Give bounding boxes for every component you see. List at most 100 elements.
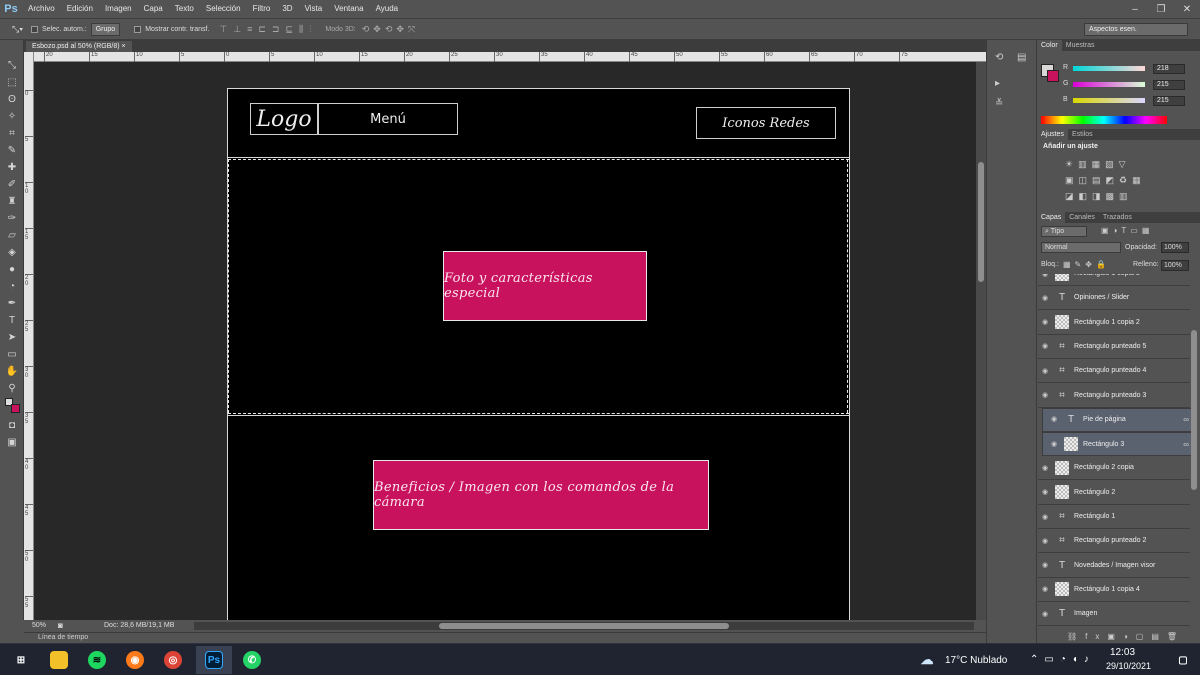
move-icon[interactable]: ⤡ (5, 58, 19, 72)
b-slider[interactable] (1073, 98, 1145, 103)
menu-3d[interactable]: 3D (276, 0, 298, 18)
distribute-h-icon[interactable]: ⫶ (309, 24, 311, 35)
actions-icon[interactable]: ▸ (995, 78, 1000, 89)
distribute-icon[interactable]: ⫼ (299, 24, 303, 35)
document-tab[interactable]: Esbozo.psd al 50% (RGB/8) × (26, 41, 132, 52)
layer-footer-icons[interactable]: ⛓fx▣◑▢▤🗑 (1067, 632, 1185, 641)
visibility-eye-icon[interactable]: ◉ (1038, 513, 1052, 521)
r-slider[interactable] (1073, 66, 1145, 71)
chrome-icon[interactable]: ◎ (164, 651, 182, 669)
g-value[interactable]: 215 (1153, 80, 1185, 90)
horizontal-scrollbar[interactable] (194, 622, 974, 630)
brush-icon[interactable]: ✐ (5, 177, 19, 191)
visibility-eye-icon[interactable]: ◉ (1047, 414, 1061, 425)
pen-icon[interactable]: ✒ (5, 296, 19, 310)
link-icon[interactable]: ∞ (1183, 439, 1189, 450)
adjust-icon[interactable]: ≚ (995, 98, 1003, 109)
layer-row[interactable]: ◉ T Opiniones / Slider (1038, 286, 1190, 311)
notifications-icon[interactable]: ▢ (1174, 651, 1192, 669)
logo-placeholder[interactable]: Logo (250, 103, 318, 135)
zoom-icon[interactable]: ⚲ (5, 381, 19, 395)
visibility-eye-icon[interactable]: ◉ (1038, 464, 1052, 472)
type-icon[interactable]: T (5, 313, 19, 327)
move-tool-icon[interactable]: ⤡▾ (12, 24, 23, 35)
photoshop-taskbar-icon[interactable]: Ps (205, 651, 223, 669)
pasteboard[interactable]: Logo Menú Iconos Redes Foto y caracterís… (34, 62, 976, 620)
show-transform-checkbox[interactable] (134, 25, 142, 33)
align-center-icon[interactable]: ⊐ (272, 24, 280, 35)
opacity-input[interactable]: 100% (1161, 242, 1189, 253)
layer-row[interactable]: ◉ Rectángulo 3 ∞ (1042, 432, 1194, 457)
b-value[interactable]: 215 (1153, 96, 1185, 106)
group-select[interactable]: Grupo (90, 22, 121, 36)
stamp-icon[interactable]: ♜ (5, 194, 19, 208)
align-icons[interactable]: ⊤ ⊥ ≡ ⊏ ⊐ ⊑ ⫼ ⫶ (219, 24, 311, 35)
horizontal-scroll-thumb[interactable] (439, 623, 729, 629)
tab-estilos[interactable]: Estilos (1068, 129, 1097, 140)
visibility-eye-icon[interactable]: ◉ (1038, 318, 1052, 326)
visibility-eye-icon[interactable]: ◉ (1047, 439, 1061, 450)
layer-row[interactable]: ◉ Rectángulo 1 copia 3 (1038, 274, 1190, 286)
firefox-icon[interactable]: ◉ (126, 651, 144, 669)
visibility-eye-icon[interactable]: ◉ (1038, 294, 1052, 302)
bucket-icon[interactable]: ◈ (5, 245, 19, 259)
history-icon[interactable]: ⟲ (995, 52, 1003, 63)
layers-scroll-thumb[interactable] (1191, 330, 1197, 490)
tab-color[interactable]: Color (1037, 40, 1062, 51)
screen-mode-icon[interactable]: ▣ (5, 435, 19, 449)
visibility-eye-icon[interactable]: ◉ (1038, 585, 1052, 593)
align-bottom-icon[interactable]: ≡ (247, 24, 252, 35)
menu-seleccion[interactable]: Selección (200, 0, 247, 18)
hand-icon[interactable]: ✋ (5, 364, 19, 378)
g-slider[interactable] (1073, 82, 1145, 87)
background-swatch[interactable] (1047, 70, 1059, 82)
path-select-icon[interactable]: ➤ (5, 330, 19, 344)
tab-muestras[interactable]: Muestras (1062, 40, 1099, 51)
tab-trazados[interactable]: Trazados (1099, 212, 1136, 223)
social-icons-placeholder[interactable]: Iconos Redes (696, 107, 836, 139)
benefits-box[interactable]: Beneficios / Imagen con los comandos de … (373, 460, 709, 530)
magic-wand-icon[interactable]: ✧ (5, 109, 19, 123)
system-tray-icons[interactable]: ⌃▭◔◖♪ (1030, 654, 1095, 665)
align-middle-icon[interactable]: ⊥ (233, 24, 241, 35)
tab-ajustes[interactable]: Ajustes (1037, 129, 1068, 140)
align-top-icon[interactable]: ⊤ (219, 24, 227, 35)
close-icon[interactable]: ✕ (1174, 0, 1200, 18)
background-color-icon[interactable] (11, 404, 20, 413)
document-canvas[interactable]: Logo Menú Iconos Redes Foto y caracterís… (227, 88, 850, 620)
menu-ayuda[interactable]: Ayuda (370, 0, 405, 18)
visibility-eye-icon[interactable]: ◉ (1038, 391, 1052, 399)
layer-filter-select[interactable]: ⌕ Tipo (1041, 226, 1087, 237)
layer-row[interactable]: ◉ ⌗ Rectángulo 1 (1038, 505, 1190, 529)
layer-row[interactable]: ◉ ⌗ Rectangulo punteado 2 (1038, 529, 1190, 554)
tab-close-icon[interactable]: × (122, 43, 126, 50)
windows-start-icon[interactable]: ⊞ (12, 651, 30, 669)
link-icon[interactable]: ∞ (1183, 414, 1189, 425)
mode3d-icons[interactable]: ⟲✥⟲✥⤧ (362, 24, 419, 35)
properties-icon[interactable]: ▤ (1017, 52, 1026, 63)
fill-input[interactable]: 100% (1161, 260, 1189, 271)
weather-text[interactable]: 17°C Nublado (945, 655, 1007, 666)
layer-filter-icons[interactable]: ▣◑T▭▦ (1101, 226, 1153, 235)
color-spectrum[interactable] (1041, 116, 1167, 124)
layer-row[interactable]: ◉ T Imagen (1038, 602, 1190, 627)
crop-icon[interactable]: ⌗ (5, 126, 19, 140)
rectangle-icon[interactable]: ▭ (5, 347, 19, 361)
menu-filtro[interactable]: Filtro (247, 0, 277, 18)
align-left-icon[interactable]: ⊏ (258, 24, 266, 35)
visibility-eye-icon[interactable]: ◉ (1038, 537, 1052, 545)
menu-texto[interactable]: Texto (169, 0, 200, 18)
layer-row[interactable]: ◉ Rectángulo 1 copia 4 (1038, 577, 1190, 602)
whatsapp-icon[interactable]: ✆ (243, 651, 261, 669)
vertical-scroll-thumb[interactable] (978, 162, 984, 282)
layer-row[interactable]: ◉ ⌗ Rectangulo punteado 3 (1038, 383, 1190, 408)
visibility-eye-icon[interactable]: ◉ (1038, 274, 1052, 278)
dodge-icon[interactable]: ◔ (5, 279, 19, 293)
align-right-icon[interactable]: ⊑ (285, 24, 293, 35)
eraser-icon[interactable]: ▱ (5, 228, 19, 242)
weather-icon[interactable]: ☁ (918, 651, 936, 669)
menu-vista[interactable]: Vista (299, 0, 329, 18)
adjust-icons[interactable]: ☀▥▦▧▽ ▣◫▤◩♻▦ ◪◧◨▩▥ (1065, 156, 1165, 204)
blur-icon[interactable]: ● (5, 262, 19, 276)
history-brush-icon[interactable]: ✑ (5, 211, 19, 225)
